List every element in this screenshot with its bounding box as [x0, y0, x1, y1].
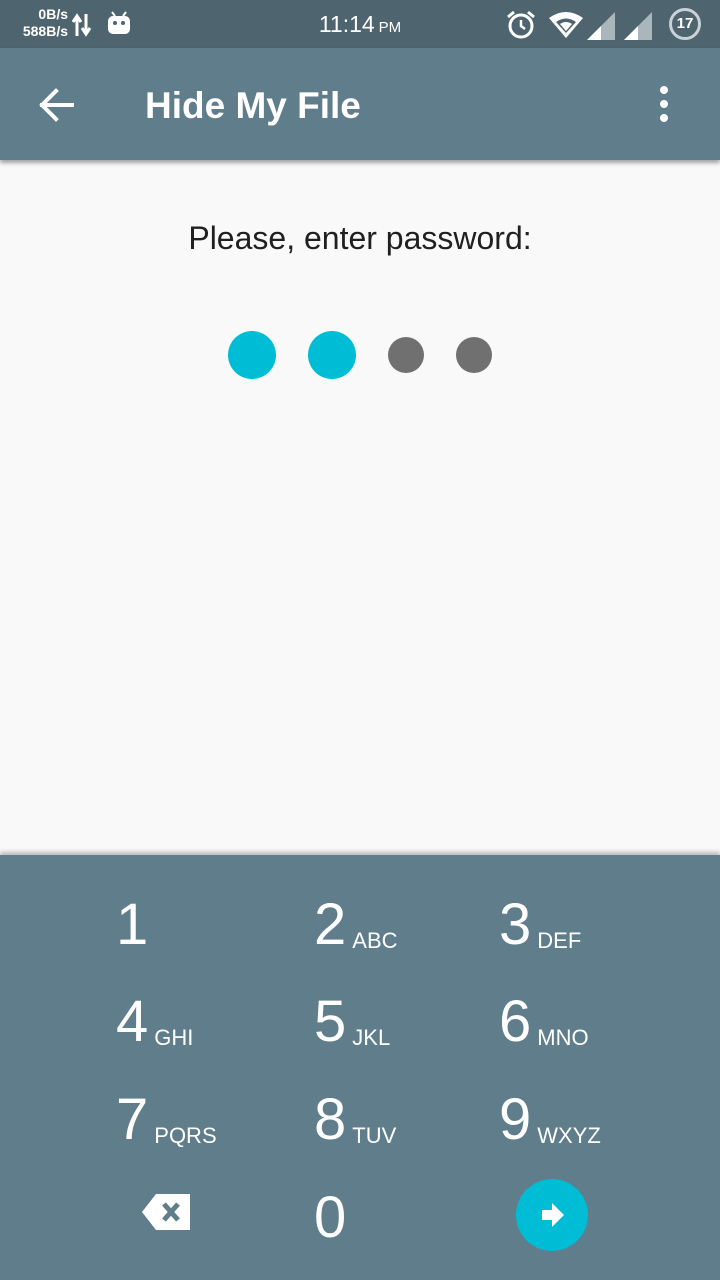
arrow-back-icon [39, 88, 74, 122]
wifi-icon [549, 12, 583, 38]
key-letters: DEF [537, 928, 582, 953]
key-4[interactable]: 4 GHI [116, 977, 193, 1067]
key-8[interactable]: 8 TUV [314, 1075, 396, 1165]
key-letters: ABC [352, 928, 398, 953]
key-digit: 7 [116, 1087, 149, 1152]
key-digit: 6 [499, 989, 532, 1054]
key-digit: 5 [314, 989, 347, 1054]
status-bar: 0B/s 588B/s 11:14 PM 17 [0, 0, 720, 48]
pin-dot-filled [228, 331, 276, 379]
pin-dot-filled [308, 331, 356, 379]
key-letters: GHI [154, 1025, 194, 1050]
key-digit: 0 [314, 1185, 347, 1250]
key-9[interactable]: 9 WXYZ [499, 1075, 601, 1165]
key-0[interactable]: 0 [314, 1173, 346, 1263]
alarm-icon [507, 10, 535, 39]
key-5[interactable]: 5 JKL [314, 977, 390, 1067]
key-letters: JKL [352, 1025, 391, 1050]
delete-button[interactable] [138, 1190, 194, 1234]
clock-time: 11:14 [318, 11, 375, 37]
key-6[interactable]: 6 MNO [499, 977, 589, 1067]
back-button[interactable] [26, 82, 86, 128]
app-bar: Hide My File [0, 48, 720, 160]
key-letters: MNO [537, 1025, 589, 1050]
key-3[interactable]: 3 DEF [499, 880, 581, 970]
key-digit: 9 [499, 1087, 532, 1152]
key-letters: WXYZ [537, 1123, 601, 1148]
signal-icon [624, 12, 652, 40]
key-1[interactable]: 1 [116, 880, 148, 970]
key-digit: 1 [116, 892, 149, 957]
password-prompt: Please, enter password: [188, 220, 532, 256]
battery-indicator: 17 [669, 8, 701, 40]
clock-ampm: PM [378, 19, 402, 36]
signal-icon [587, 12, 615, 40]
key-7[interactable]: 7 PQRS [116, 1075, 217, 1165]
arrow-forward-icon [542, 1203, 564, 1227]
backspace-icon [142, 1194, 190, 1230]
key-digit: 3 [499, 892, 532, 957]
key-letters: TUV [352, 1123, 397, 1148]
key-digit: 4 [116, 989, 149, 1054]
pin-dot-empty [456, 337, 492, 373]
enter-button[interactable] [516, 1179, 588, 1251]
key-2[interactable]: 2 ABC [314, 880, 398, 970]
overflow-menu-button[interactable] [646, 84, 682, 124]
page-title: Hide My File [145, 85, 361, 126]
numeric-keypad: 1 2 ABC 3 DEF 4 GHI 5 JKL 6 MNO 7 PQRS 8 TUV 9 WXYZ 0 [0, 855, 720, 1280]
key-letters: PQRS [154, 1123, 217, 1148]
key-digit: 2 [314, 892, 347, 957]
pin-dot-empty [388, 337, 424, 373]
key-digit: 8 [314, 1087, 347, 1152]
more-vert-icon [660, 86, 668, 122]
